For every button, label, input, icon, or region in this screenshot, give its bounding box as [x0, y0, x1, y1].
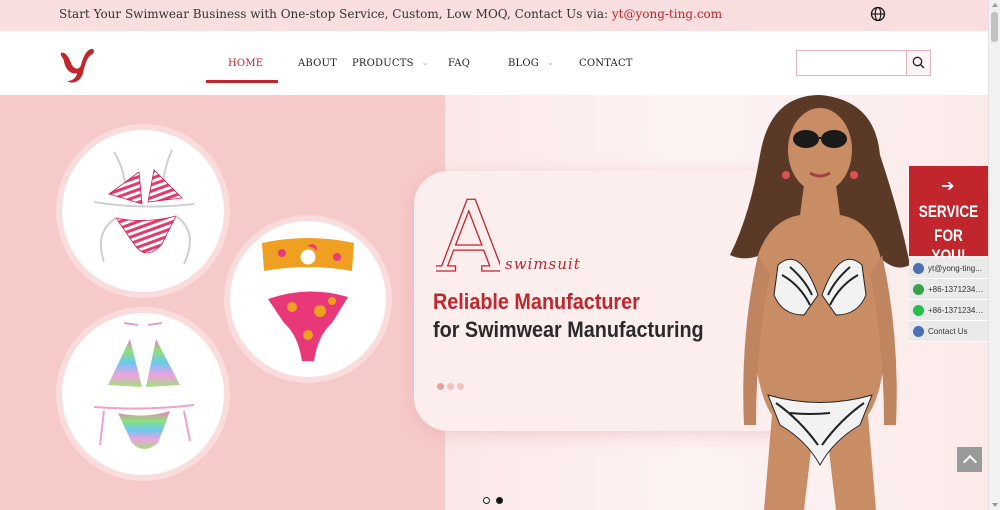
nav-faq[interactable]: FAQ: [448, 58, 470, 69]
side-item-contact[interactable]: Contact Us: [909, 321, 988, 342]
wavy-bikini-image: [93, 322, 195, 449]
nav-products[interactable]: PRODUCTS ⌄: [352, 58, 429, 69]
side-item-email[interactable]: yt@yong-ting...: [909, 258, 988, 279]
back-to-top-button[interactable]: [957, 447, 982, 472]
scroll-up-arrow-icon[interactable]: [992, 3, 998, 7]
nav-contact[interactable]: CONTACT: [579, 58, 633, 69]
slider-dot-active[interactable]: [496, 497, 503, 504]
hero-headline-2: for Swimwear Manufacturing: [433, 317, 704, 342]
nav-blog[interactable]: BLOG ⌄: [508, 58, 554, 69]
nav-blog-label: BLOG: [508, 58, 539, 69]
page-scrollbar[interactable]: [988, 0, 1000, 510]
contact-icon: [913, 326, 924, 337]
side-item-whatsapp[interactable]: +86-137123467...: [909, 300, 988, 321]
phone-icon: [913, 284, 924, 295]
slider-dot[interactable]: [483, 497, 490, 504]
nav-about[interactable]: ABOUT: [298, 58, 337, 69]
nav-products-label: PRODUCTS: [352, 58, 414, 69]
card-dot: [457, 383, 464, 390]
card-dot: [437, 383, 444, 390]
side-item-label: yt@yong-ting...: [928, 264, 982, 273]
script-tagline: swimsuit: [505, 255, 581, 273]
scroll-thumb[interactable]: [991, 12, 998, 42]
slider-dots: [483, 489, 509, 508]
product-circle-wavy-bikini[interactable]: [62, 313, 224, 475]
search-button[interactable]: [906, 51, 930, 75]
nav-home[interactable]: HOME: [228, 58, 263, 69]
hero-banner[interactable]: A swimsuit Reliable Manufacturer for Swi…: [0, 95, 988, 510]
search-icon: [912, 56, 925, 69]
floral-bikini-image: [262, 238, 354, 361]
side-item-phone[interactable]: +86-137123467...: [909, 279, 988, 300]
globe-icon[interactable]: [870, 6, 886, 22]
card-dots: [437, 375, 467, 394]
scroll-down-arrow-icon[interactable]: [992, 503, 998, 507]
service-line-1: SERVICE: [918, 202, 979, 221]
card-dot: [447, 383, 454, 390]
hero-headline-1: Reliable Manufacturer: [433, 289, 640, 314]
site-header: HOME ABOUT PRODUCTS ⌄ FAQ BLOG ⌄ CONTACT: [0, 31, 988, 95]
side-item-label: Contact Us: [928, 327, 968, 336]
nav-active-underline: [206, 80, 278, 83]
big-letter-text: A: [436, 187, 500, 275]
chevron-down-icon: ⌄: [546, 58, 554, 67]
side-item-label: +86-137123467...: [928, 306, 986, 315]
service-panel[interactable]: ➔ SERVICE FOR YOU!: [909, 166, 988, 265]
chevron-down-icon: ⌄: [421, 58, 429, 67]
yt-logo[interactable]: [55, 43, 99, 87]
product-circle-striped-bikini[interactable]: [62, 130, 224, 292]
arrow-right-icon: ➔: [941, 176, 955, 195]
product-circle-floral-bikini[interactable]: [230, 221, 386, 377]
topbar-text: Start Your Swimwear Business with One-st…: [59, 7, 612, 21]
search-input[interactable]: [797, 51, 907, 75]
striped-bikini-image: [93, 149, 195, 265]
contact-side-list: yt@yong-ting... +86-137123467... +86-137…: [909, 258, 988, 342]
side-item-label: +86-137123467...: [928, 285, 986, 294]
top-bar: Start Your Swimwear Business with One-st…: [0, 0, 988, 31]
search-box: [796, 50, 931, 76]
topbar-message: Start Your Swimwear Business with One-st…: [59, 7, 722, 21]
page: Start Your Swimwear Business with One-st…: [0, 0, 1000, 510]
big-letter-a: A: [436, 187, 500, 275]
email-icon: [913, 263, 924, 274]
topbar-email-link[interactable]: yt@yong-ting.com: [612, 7, 722, 21]
whatsapp-icon: [913, 305, 924, 316]
